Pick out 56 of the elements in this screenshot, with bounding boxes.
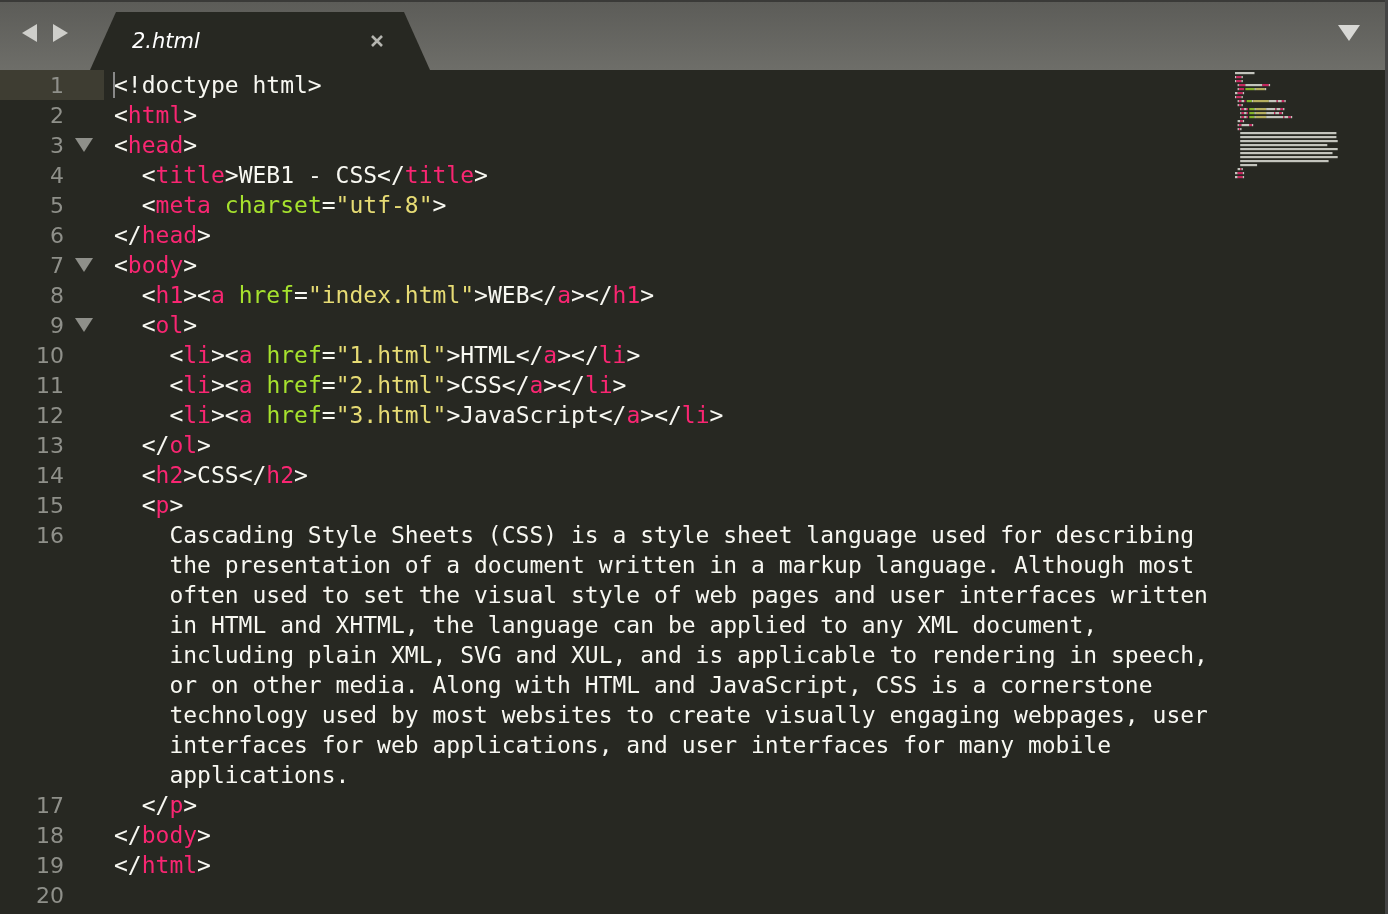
code-line: <h1><a href="index.html">WEB</a></h1> — [140, 282, 655, 308]
line-number: 1 — [49, 72, 64, 98]
line-number: 9 — [49, 312, 64, 338]
code-line: </p> — [140, 792, 198, 818]
file-tab[interactable]: 2.html — [90, 12, 430, 70]
line-number: 17 — [35, 792, 64, 818]
close-icon[interactable] — [370, 34, 384, 48]
line-number: 11 — [35, 372, 64, 398]
code-line: Cascading Style Sheets (CSS) is a style sheet language used for describing — [168, 522, 1195, 548]
code-line: often used to set the visual style of web pages and user interfaces written — [168, 582, 1208, 608]
line-number: 16 — [35, 522, 64, 548]
code-line: <li><a href="3.html">JavaScript</a></li> — [168, 402, 724, 428]
code-line: technology used by most websites to create visually engaging webpages, user — [168, 702, 1208, 728]
code-line: <p> — [140, 492, 184, 518]
dropdown-icon[interactable] — [1338, 25, 1360, 41]
line-number: 8 — [49, 282, 64, 308]
code-line: or on other media. Along with HTML and JavaScript, CSS is a cornerstone — [168, 672, 1153, 698]
code-line: <html> — [114, 102, 198, 128]
line-number: 15 — [35, 492, 64, 518]
code-line: <meta charset="utf-8"> — [140, 192, 447, 218]
code-line: </head> — [114, 222, 211, 248]
code-line: <title>WEB1 - CSS</title> — [140, 162, 488, 188]
fold-icon[interactable] — [75, 138, 93, 152]
text-cursor — [113, 72, 115, 98]
code-line: </html> — [114, 852, 211, 878]
line-number: 19 — [35, 852, 64, 878]
line-number: 5 — [49, 192, 64, 218]
line-number: 12 — [35, 402, 64, 428]
line-number: 3 — [49, 132, 64, 158]
code-line: </body> — [114, 822, 211, 848]
line-number: 6 — [49, 222, 64, 248]
line-number: 2 — [49, 102, 64, 128]
line-number: 7 — [49, 252, 64, 278]
code-line: applications. — [168, 762, 350, 788]
line-number: 20 — [35, 882, 64, 908]
line-number: 14 — [35, 462, 64, 488]
fold-icon[interactable] — [75, 318, 93, 332]
fold-icon[interactable] — [75, 258, 93, 272]
code-line: <!doctype html> — [114, 72, 322, 98]
code-line: including plain XML, SVG and XUL, and is applicable to rendering in speech, — [168, 642, 1208, 668]
code-line: the presentation of a document written in a markup language. Although most — [168, 552, 1195, 578]
back-arrow-icon[interactable] — [22, 24, 38, 42]
code-line: in HTML and XHTML, the language can be applied to any XML document, — [168, 612, 1098, 638]
code-line: <li><a href="1.html">HTML</a></li> — [168, 342, 641, 368]
forward-arrow-icon[interactable] — [52, 24, 68, 42]
line-number: 4 — [49, 162, 64, 188]
code-line: </ol> — [140, 432, 211, 458]
code-line: <head> — [114, 132, 198, 158]
code-line: interfaces for web applications, and user interfaces for many mobile — [168, 732, 1111, 758]
line-number: 13 — [35, 432, 64, 458]
code-line: <li><a href="2.html">CSS</a></li> — [168, 372, 627, 398]
line-number: 10 — [35, 342, 64, 368]
code-line: <ol> — [140, 312, 198, 338]
code-line: <body> — [114, 252, 198, 278]
code-line: <h2>CSS</h2> — [140, 462, 308, 488]
line-number: 18 — [35, 822, 64, 848]
